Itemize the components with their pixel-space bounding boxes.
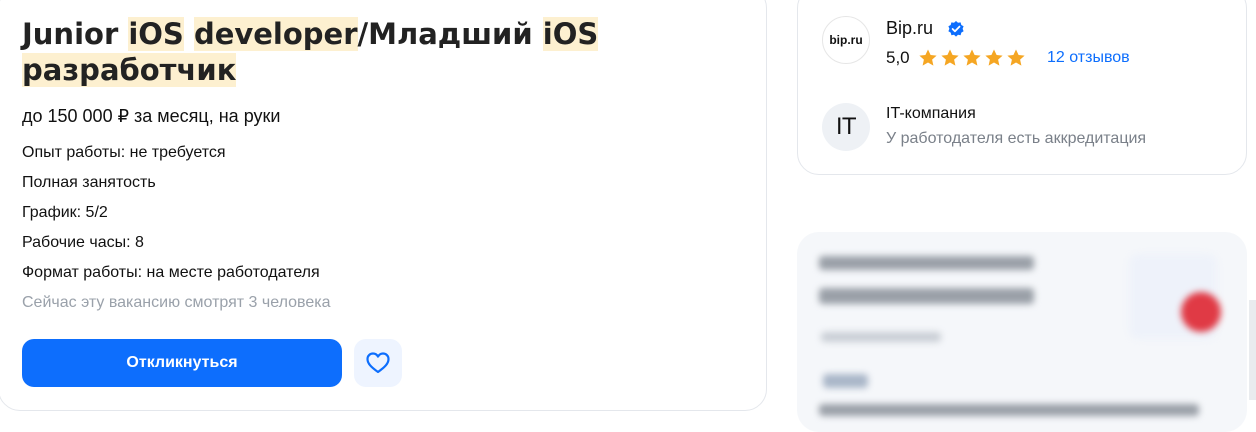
blurred-meta-line — [821, 332, 941, 342]
company-logo[interactable]: bip.ru — [822, 16, 870, 64]
reviews-link[interactable]: 12 отзывов — [1047, 49, 1130, 67]
star-icon — [1007, 49, 1025, 66]
work-format: Формат работы: на месте работодателя — [22, 264, 320, 281]
blurred-title-line — [819, 256, 1034, 270]
title-highlight: разработчик — [22, 53, 237, 87]
employment-type: Полная занятость — [22, 174, 156, 191]
working-hours: Рабочие часы: 8 — [22, 234, 144, 251]
blurred-text-line — [819, 404, 1199, 416]
it-company-badge: IT — [822, 103, 870, 151]
star-icon — [919, 49, 937, 66]
vacancy-title: Junior iOS developer/Младший iOS разрабо… — [22, 16, 662, 88]
blurred-salary-line — [819, 288, 1034, 304]
title-text: /Младший — [357, 17, 543, 51]
respond-button[interactable]: Откликнуться — [22, 339, 342, 387]
accreditation-status: У работодателя есть аккредитация — [886, 130, 1147, 147]
title-highlight: iOS — [542, 17, 599, 51]
blurred-tag — [823, 374, 868, 388]
blurred-logo-mark — [1181, 292, 1221, 332]
heart-icon — [366, 352, 390, 374]
experience: Опыт работы: не требуется — [22, 144, 226, 161]
star-icon — [963, 49, 981, 66]
rating-value: 5,0 — [886, 48, 910, 67]
company-category: IT-компания — [886, 105, 976, 122]
rating-stars — [918, 48, 1026, 68]
viewers-count: Сейчас эту вакансию смотрят 3 человека — [22, 294, 331, 311]
verified-check-icon — [948, 21, 964, 37]
favorite-button[interactable] — [354, 339, 402, 387]
star-icon — [985, 49, 1003, 66]
title-highlight: iOS — [128, 17, 184, 51]
company-name[interactable]: Bip.ru — [886, 18, 933, 39]
salary: до 150 000 ₽ за месяц, на руки — [22, 106, 281, 126]
title-text: Junior — [22, 17, 129, 51]
title-highlight: developer — [193, 17, 358, 51]
scrollbar[interactable] — [1249, 300, 1256, 400]
schedule: График: 5/2 — [22, 204, 108, 221]
blurred-recommended-vacancy[interactable] — [797, 232, 1247, 432]
title-text — [184, 17, 194, 51]
star-icon — [941, 49, 959, 66]
